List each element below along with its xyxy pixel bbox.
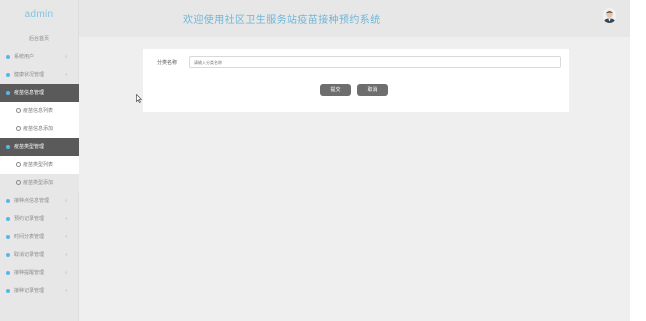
sidebar-home-link[interactable]: 后台首页 [0, 30, 78, 48]
submit-button[interactable]: 提交 [320, 84, 351, 96]
menu-bullet-icon [6, 289, 10, 293]
cancel-button[interactable]: 取消 [357, 84, 388, 96]
sidebar-subitem-label: 疫苗信息添加 [23, 126, 54, 132]
circle-icon [16, 180, 21, 185]
menu-bullet-icon [6, 91, 10, 95]
sidebar-item-vaccination-reminders[interactable]: 接种提醒管理 ‹ [0, 264, 79, 282]
sidebar-subitem-vaccine-type-list[interactable]: 疫苗类型列表 [0, 156, 79, 174]
sidebar-item-time-schedule[interactable]: 时间分表管理 ‹ [0, 228, 79, 246]
sidebar-item-cancel-records[interactable]: 取消记录管理 ‹ [0, 246, 79, 264]
brand-logo-text: admin [24, 9, 54, 20]
app-window: admin 后台首页 系统用户 ‹ 健康状况管理 ‹ 疫苗信息管理 疫苗信息列表 [0, 0, 630, 321]
menu-bullet-icon [6, 235, 10, 239]
sidebar-item-appointment-records[interactable]: 预约记录管理 ‹ [0, 210, 79, 228]
menu-bullet-icon [6, 271, 10, 275]
menu-bullet-icon [6, 55, 10, 59]
category-name-input[interactable] [189, 56, 561, 68]
sidebar-item-system-users[interactable]: 系统用户 ‹ [0, 48, 79, 66]
menu-bullet-icon [6, 253, 10, 257]
sidebar-item-label: 接种提醒管理 [14, 270, 45, 276]
sidebar-item-label: 取消记录管理 [14, 252, 45, 258]
category-name-label: 分类名称 [157, 60, 178, 66]
sidebar-subitem-label: 疫苗信息列表 [23, 108, 54, 114]
sidebar-item-label: 疫苗信息管理 [14, 90, 45, 96]
circle-icon [16, 162, 21, 167]
chevron-left-icon: ‹ [65, 216, 67, 222]
user-avatar[interactable] [603, 8, 616, 23]
page-title: 欢迎使用社区卫生服务站疫苗接种预约系统 [183, 15, 381, 26]
sidebar: admin 后台首页 系统用户 ‹ 健康状况管理 ‹ 疫苗信息管理 疫苗信息列表 [0, 0, 79, 321]
chevron-left-icon: ‹ [65, 198, 67, 204]
sidebar-menu: 系统用户 ‹ 健康状况管理 ‹ 疫苗信息管理 疫苗信息列表 疫苗信息添加 疫苗类… [0, 48, 79, 300]
circle-icon [16, 108, 21, 113]
menu-bullet-icon [6, 73, 10, 77]
menu-bullet-icon [6, 145, 10, 149]
chevron-left-icon: ‹ [65, 252, 67, 258]
chevron-left-icon: ‹ [65, 234, 67, 240]
sidebar-item-label: 接种点信息管理 [14, 198, 50, 204]
sidebar-subitem-vaccine-type-add[interactable]: 疫苗类型添加 [0, 174, 79, 192]
chevron-left-icon: ‹ [65, 270, 67, 276]
sidebar-item-vaccine-type[interactable]: 疫苗类型管理 [0, 138, 79, 156]
sidebar-subitem-vaccine-info-list[interactable]: 疫苗信息列表 [0, 102, 79, 120]
sidebar-item-vaccination-records[interactable]: 接种记录管理 ‹ [0, 282, 79, 300]
sidebar-item-health-status[interactable]: 健康状况管理 ‹ [0, 66, 79, 84]
sidebar-item-vaccine-info[interactable]: 疫苗信息管理 [0, 84, 79, 102]
category-form-card: 分类名称 提交 取消 [143, 49, 569, 112]
sidebar-subitem-label: 疫苗类型列表 [23, 162, 54, 168]
chevron-left-icon: ‹ [65, 72, 67, 78]
circle-icon [16, 126, 21, 131]
menu-bullet-icon [6, 217, 10, 221]
top-header: 欢迎使用社区卫生服务站疫苗接种预约系统 [79, 0, 630, 37]
chevron-left-icon: ‹ [65, 54, 67, 60]
avatar-person-icon [603, 8, 616, 23]
sidebar-item-label: 疫苗类型管理 [14, 144, 45, 150]
sidebar-item-label: 预约记录管理 [14, 216, 45, 222]
mouse-pointer-icon [136, 94, 142, 103]
sidebar-item-vaccination-site[interactable]: 接种点信息管理 ‹ [0, 192, 79, 210]
sidebar-subitem-label: 疫苗类型添加 [23, 180, 54, 186]
sidebar-item-label: 系统用户 [14, 54, 35, 60]
sidebar-subitem-vaccine-info-add[interactable]: 疫苗信息添加 [0, 120, 79, 138]
chevron-left-icon: ‹ [65, 288, 67, 294]
menu-bullet-icon [6, 199, 10, 203]
sidebar-item-label: 接种记录管理 [14, 288, 45, 294]
sidebar-item-label: 时间分表管理 [14, 234, 45, 240]
sidebar-item-label: 健康状况管理 [14, 72, 45, 78]
